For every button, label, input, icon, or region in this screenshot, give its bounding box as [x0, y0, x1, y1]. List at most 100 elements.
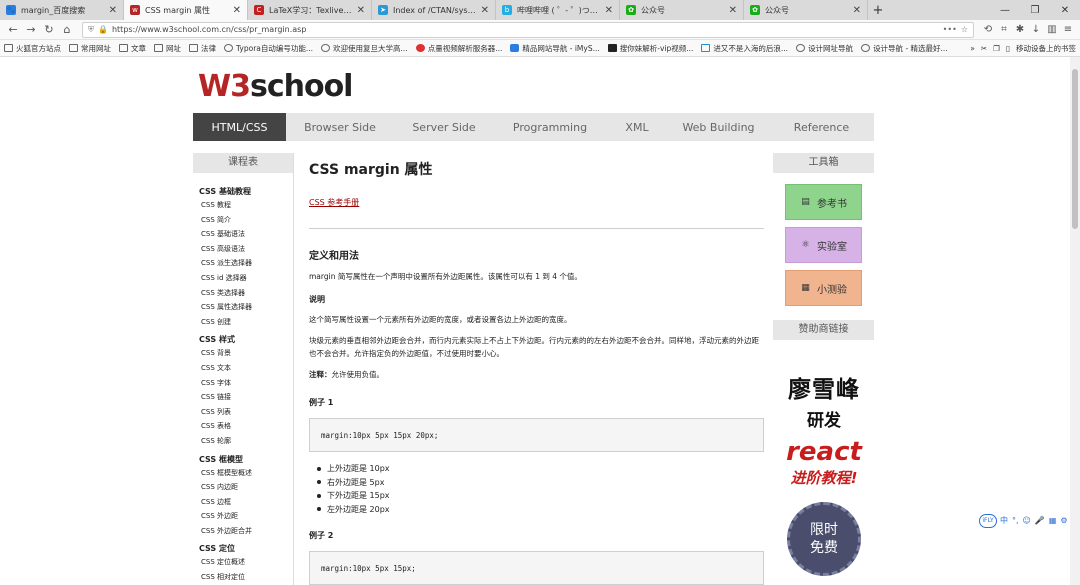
example-1-code: margin:10px 5px 15px 20px;	[309, 418, 764, 452]
screenshot-icon[interactable]: ⌗	[996, 24, 1012, 35]
lab-button[interactable]: ⚛ 实验室	[785, 227, 862, 263]
bookmark-item[interactable]: 设计导航 - 精选最好...	[861, 43, 948, 54]
course-link[interactable]: CSS 边框	[199, 495, 293, 510]
close-tab-icon[interactable]: ✕	[853, 5, 861, 16]
browser-tab[interactable]: 🐾 margin_百度搜索 ✕	[0, 0, 124, 20]
nav-item[interactable]: Programming	[494, 113, 606, 141]
course-link[interactable]: CSS 基础语法	[199, 227, 293, 242]
bookmark-item[interactable]: 欢迎使用复旦大学高...	[321, 43, 408, 54]
ime-logo-icon[interactable]: iFLY	[979, 513, 997, 528]
course-link[interactable]: CSS id 选择器	[199, 271, 293, 286]
bookmark-item[interactable]: 法律	[189, 43, 216, 54]
quiz-button[interactable]: ▦ 小测验	[785, 270, 862, 306]
course-link[interactable]: CSS 框模型概述	[199, 466, 293, 481]
address-bar[interactable]: ⛨ 🔒 https://www.w3school.com.cn/css/pr_m…	[82, 21, 974, 38]
browser-tab[interactable]: b 哔哩哔哩 ( ゜- ゜)つロ 干杯~-b... ✕	[496, 0, 620, 20]
download-icon[interactable]: ↓	[1028, 24, 1044, 35]
course-link[interactable]: CSS 外边距	[199, 509, 293, 524]
close-tab-icon[interactable]: ✕	[233, 5, 241, 16]
course-link[interactable]: CSS 内边距	[199, 480, 293, 495]
browser-tab[interactable]: ✿ 公众号 ✕	[620, 0, 744, 20]
ime-settings-icon[interactable]: ⚙	[1060, 516, 1067, 525]
course-link[interactable]: CSS 链接	[199, 390, 293, 405]
browser-tab[interactable]: w CSS margin 属性 ✕	[124, 0, 248, 20]
bookmark-star-icon[interactable]: ☆	[961, 25, 968, 34]
shield-icon[interactable]: ⛨	[88, 25, 94, 35]
course-link[interactable]: CSS 高级语法	[199, 242, 293, 257]
page-scrollbar[interactable]	[1070, 57, 1080, 585]
course-link[interactable]: CSS 简介	[199, 213, 293, 228]
bookmark-item[interactable]: 搜你妹解析-vip视频...	[607, 43, 693, 54]
ime-chinese-mode[interactable]: 中	[1000, 515, 1008, 526]
nav-item[interactable]: HTML/CSS	[193, 113, 286, 141]
main-navigation: HTML/CSS Browser Side Server Side Programmi…	[193, 113, 874, 141]
bookmark-item[interactable]: 进又不是入海的后浪...	[701, 43, 788, 54]
course-link[interactable]: CSS 表格	[199, 419, 293, 434]
ime-voice-icon[interactable]: 🎤	[1035, 516, 1045, 525]
close-tab-icon[interactable]: ✕	[481, 5, 489, 16]
bookmark-item[interactable]: 设计网址导航	[796, 43, 853, 54]
mobile-bookmarks[interactable]: 移动设备上的书签	[1016, 43, 1076, 54]
phone-icon[interactable]: ▯	[1006, 44, 1010, 53]
css-reference-link[interactable]: CSS 参考手册	[309, 197, 359, 208]
new-tab-button[interactable]: +	[868, 0, 888, 20]
close-tab-icon[interactable]: ✕	[729, 5, 737, 16]
extensions-icon[interactable]: ✱	[1012, 24, 1028, 35]
close-tab-icon[interactable]: ✕	[605, 5, 613, 16]
ime-punctuation-icon[interactable]: °,	[1012, 516, 1019, 525]
home-icon[interactable]: ⌂	[58, 22, 76, 38]
bookmark-item[interactable]: 点量视频解析服务器...	[415, 43, 502, 54]
browser-tab[interactable]: C LaTeX学习：Texlive 2019和T... ✕	[248, 0, 372, 20]
forward-icon[interactable]: →	[22, 22, 40, 38]
ime-keyboard-icon[interactable]: ▦	[1049, 516, 1057, 525]
scissors-icon[interactable]: ✂	[981, 44, 987, 53]
course-link[interactable]: CSS 字体	[199, 376, 293, 391]
reference-book-button[interactable]: ▤ 参考书	[785, 184, 862, 220]
course-link[interactable]: CSS 定位概述	[199, 555, 293, 570]
course-link[interactable]: CSS 列表	[199, 405, 293, 420]
lock-icon[interactable]: 🔒	[98, 25, 108, 34]
course-link[interactable]: CSS 属性选择器	[199, 300, 293, 315]
ime-emoji-icon[interactable]: ☺	[1023, 516, 1031, 525]
w3school-logo[interactable]: W3school	[198, 69, 353, 104]
browser-tab[interactable]: ➤ Index of /CTAN/systems/tex... ✕	[372, 0, 496, 20]
lab-label: 实验室	[817, 241, 847, 253]
restore-icon[interactable]: ❐	[1020, 0, 1050, 20]
bookmark-item[interactable]: 文章	[119, 43, 146, 54]
reload-icon[interactable]: ↻	[40, 22, 58, 38]
course-link[interactable]: CSS 相对定位	[199, 570, 293, 585]
sponsor-ad[interactable]: 廖雪峰 研发 react 进阶教程! 限时 免费	[780, 350, 868, 585]
course-link[interactable]: CSS 背景	[199, 346, 293, 361]
course-link[interactable]: CSS 派生选择器	[199, 256, 293, 271]
copy-icon[interactable]: ❐	[993, 44, 1000, 53]
bookmark-item[interactable]: 常用网址	[69, 43, 111, 54]
course-link[interactable]: CSS 轮廓	[199, 434, 293, 449]
course-link[interactable]: CSS 教程	[199, 198, 293, 213]
course-link[interactable]: CSS 外边距合并	[199, 524, 293, 539]
history-icon[interactable]: ⟲	[980, 24, 996, 35]
bookmark-item[interactable]: Typora自动编号功能...	[224, 43, 313, 54]
minimize-icon[interactable]: —	[990, 0, 1020, 20]
nav-item[interactable]: Browser Side	[286, 113, 394, 141]
back-icon[interactable]: ←	[4, 22, 22, 38]
nav-item[interactable]: Server Side	[394, 113, 494, 141]
scrollbar-thumb[interactable]	[1072, 69, 1078, 229]
nav-item[interactable]: Reference	[769, 113, 874, 141]
menu-icon[interactable]: ≡	[1060, 24, 1076, 35]
url-text[interactable]: https://www.w3school.com.cn/css/pr_margi…	[112, 25, 939, 34]
sidebar-icon[interactable]: ▥	[1044, 24, 1060, 35]
nav-item[interactable]: XML	[606, 113, 668, 141]
bookmark-item[interactable]: 精品网站导航 - iMyS...	[510, 43, 600, 54]
browser-tab[interactable]: ✿ 公众号 ✕	[744, 0, 868, 20]
close-tab-icon[interactable]: ✕	[357, 5, 365, 16]
bookmark-item[interactable]: 网址	[154, 43, 181, 54]
bookmark-item[interactable]: 火狐官方站点	[4, 43, 61, 54]
close-window-icon[interactable]: ✕	[1050, 0, 1080, 20]
nav-item[interactable]: Web Building	[668, 113, 769, 141]
course-link[interactable]: CSS 类选择器	[199, 286, 293, 301]
close-tab-icon[interactable]: ✕	[109, 5, 117, 16]
course-link[interactable]: CSS 创建	[199, 315, 293, 330]
more-bookmarks-icon[interactable]: »	[970, 44, 975, 53]
page-actions-icon[interactable]: •••	[943, 25, 957, 34]
course-link[interactable]: CSS 文本	[199, 361, 293, 376]
